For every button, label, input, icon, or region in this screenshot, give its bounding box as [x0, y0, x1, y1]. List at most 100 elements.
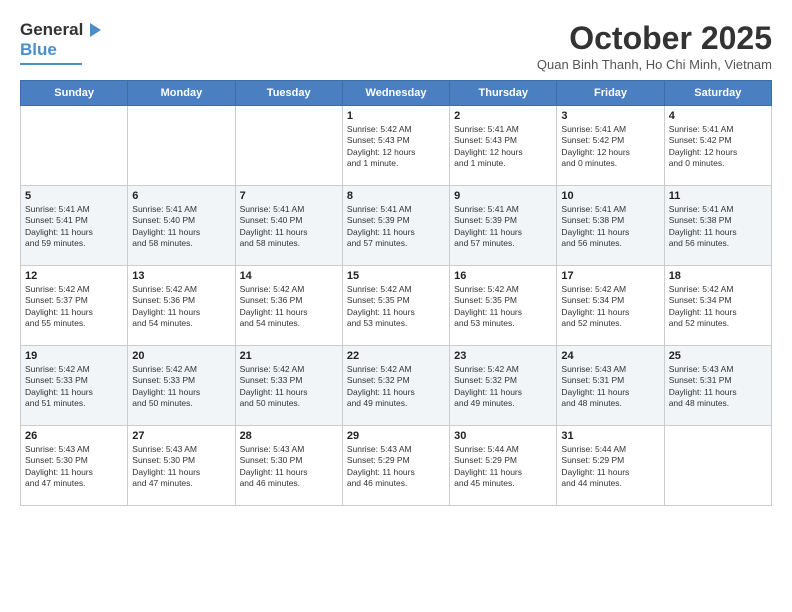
calendar-body: 1Sunrise: 5:42 AM Sunset: 5:43 PM Daylig…: [21, 106, 772, 506]
calendar-cell: 29 Sunrise: 5:43 AM Sunset: 5:29 PM Dayli…: [342, 426, 449, 506]
day-info: Sunrise: 5:43 AM Sunset: 5:31 PM Dayligh…: [561, 364, 659, 410]
calendar-cell: 11 Sunrise: 5:41 AM Sunset: 5:38 PM Dayli…: [664, 186, 771, 266]
calendar-cell: 3 Sunrise: 5:41 AM Sunset: 5:42 PM Daylig…: [557, 106, 664, 186]
calendar-cell: 15 Sunrise: 5:42 AM Sunset: 5:35 PM Dayli…: [342, 266, 449, 346]
day-info: Sunrise: 5:41 AM Sunset: 5:40 PM Dayligh…: [132, 204, 230, 250]
day-number: 13: [132, 270, 230, 282]
day-number: 21: [240, 350, 338, 362]
calendar-week-row: 1Sunrise: 5:42 AM Sunset: 5:43 PM Daylig…: [21, 106, 772, 186]
calendar-header: SundayMondayTuesdayWednesdayThursdayFrid…: [21, 81, 772, 106]
day-info: Sunrise: 5:41 AM Sunset: 5:42 PM Dayligh…: [561, 124, 659, 170]
day-info: Sunrise: 5:43 AM Sunset: 5:31 PM Dayligh…: [669, 364, 767, 410]
day-number: 17: [561, 270, 659, 282]
day-info: Sunrise: 5:42 AM Sunset: 5:36 PM Dayligh…: [240, 284, 338, 330]
day-number: 4: [669, 110, 767, 122]
location: Quan Binh Thanh, Ho Chi Minh, Vietnam: [537, 57, 772, 72]
day-info: Sunrise: 5:43 AM Sunset: 5:29 PM Dayligh…: [347, 444, 445, 490]
calendar-cell: 28 Sunrise: 5:43 AM Sunset: 5:30 PM Dayli…: [235, 426, 342, 506]
day-number: 31: [561, 430, 659, 442]
day-info: Sunrise: 5:41 AM Sunset: 5:43 PM Dayligh…: [454, 124, 552, 170]
day-info: Sunrise: 5:43 AM Sunset: 5:30 PM Dayligh…: [240, 444, 338, 490]
calendar-cell: 31Sunrise: 5:44 AM Sunset: 5:29 PM Dayli…: [557, 426, 664, 506]
day-number: 6: [132, 190, 230, 202]
calendar-cell: 6 Sunrise: 5:41 AM Sunset: 5:40 PM Daylig…: [128, 186, 235, 266]
calendar-cell: 4 Sunrise: 5:41 AM Sunset: 5:42 PM Daylig…: [664, 106, 771, 186]
calendar-cell: 12 Sunrise: 5:42 AM Sunset: 5:37 PM Dayli…: [21, 266, 128, 346]
day-number: 24: [561, 350, 659, 362]
day-info: Sunrise: 5:41 AM Sunset: 5:38 PM Dayligh…: [669, 204, 767, 250]
month-title: October 2025: [537, 20, 772, 57]
day-info: Sunrise: 5:41 AM Sunset: 5:42 PM Dayligh…: [669, 124, 767, 170]
calendar-cell: 25 Sunrise: 5:43 AM Sunset: 5:31 PM Dayli…: [664, 346, 771, 426]
day-number: 25: [669, 350, 767, 362]
day-info: Sunrise: 5:42 AM Sunset: 5:34 PM Dayligh…: [561, 284, 659, 330]
calendar-cell: 23 Sunrise: 5:42 AM Sunset: 5:32 PM Dayli…: [450, 346, 557, 426]
calendar-cell: 22Sunrise: 5:42 AM Sunset: 5:32 PM Dayli…: [342, 346, 449, 426]
day-number: 15: [347, 270, 445, 282]
calendar-week-row: 5 Sunrise: 5:41 AM Sunset: 5:41 PM Daylig…: [21, 186, 772, 266]
day-info: Sunrise: 5:42 AM Sunset: 5:37 PM Dayligh…: [25, 284, 123, 330]
day-number: 2: [454, 110, 552, 122]
day-info: Sunrise: 5:41 AM Sunset: 5:39 PM Dayligh…: [347, 204, 445, 250]
day-number: 7: [240, 190, 338, 202]
day-info: Sunrise: 5:42 AM Sunset: 5:33 PM Dayligh…: [25, 364, 123, 410]
calendar-cell: 1Sunrise: 5:42 AM Sunset: 5:43 PM Daylig…: [342, 106, 449, 186]
day-info: Sunrise: 5:42 AM Sunset: 5:35 PM Dayligh…: [347, 284, 445, 330]
day-info: Sunrise: 5:41 AM Sunset: 5:39 PM Dayligh…: [454, 204, 552, 250]
day-number: 10: [561, 190, 659, 202]
day-number: 20: [132, 350, 230, 362]
title-area: October 2025Quan Binh Thanh, Ho Chi Minh…: [537, 20, 772, 72]
day-number: 12: [25, 270, 123, 282]
day-number: 28: [240, 430, 338, 442]
day-info: Sunrise: 5:43 AM Sunset: 5:30 PM Dayligh…: [132, 444, 230, 490]
day-info: Sunrise: 5:42 AM Sunset: 5:33 PM Dayligh…: [132, 364, 230, 410]
calendar-cell: [21, 106, 128, 186]
calendar-cell: 9 Sunrise: 5:41 AM Sunset: 5:39 PM Daylig…: [450, 186, 557, 266]
day-info: Sunrise: 5:42 AM Sunset: 5:35 PM Dayligh…: [454, 284, 552, 330]
calendar-cell: 7 Sunrise: 5:41 AM Sunset: 5:40 PM Daylig…: [235, 186, 342, 266]
day-info: Sunrise: 5:41 AM Sunset: 5:41 PM Dayligh…: [25, 204, 123, 250]
calendar-cell: 5 Sunrise: 5:41 AM Sunset: 5:41 PM Daylig…: [21, 186, 128, 266]
weekday-header-thursday: Thursday: [450, 81, 557, 106]
calendar-week-row: 12 Sunrise: 5:42 AM Sunset: 5:37 PM Dayli…: [21, 266, 772, 346]
header: GeneralBlue October 2025Quan Binh Thanh, …: [20, 20, 772, 72]
calendar-cell: 21Sunrise: 5:42 AM Sunset: 5:33 PM Dayli…: [235, 346, 342, 426]
weekday-header-sunday: Sunday: [21, 81, 128, 106]
day-info: Sunrise: 5:41 AM Sunset: 5:38 PM Dayligh…: [561, 204, 659, 250]
calendar-cell: 19Sunrise: 5:42 AM Sunset: 5:33 PM Dayli…: [21, 346, 128, 426]
day-info: Sunrise: 5:42 AM Sunset: 5:43 PM Dayligh…: [347, 124, 445, 170]
logo: GeneralBlue: [20, 20, 103, 65]
day-info: Sunrise: 5:42 AM Sunset: 5:32 PM Dayligh…: [454, 364, 552, 410]
day-number: 29: [347, 430, 445, 442]
logo-general: General: [20, 20, 83, 40]
day-number: 8: [347, 190, 445, 202]
calendar-cell: 30Sunrise: 5:44 AM Sunset: 5:29 PM Dayli…: [450, 426, 557, 506]
calendar-cell: 17 Sunrise: 5:42 AM Sunset: 5:34 PM Dayli…: [557, 266, 664, 346]
calendar-cell: [664, 426, 771, 506]
calendar-cell: 10 Sunrise: 5:41 AM Sunset: 5:38 PM Dayli…: [557, 186, 664, 266]
day-info: Sunrise: 5:41 AM Sunset: 5:40 PM Dayligh…: [240, 204, 338, 250]
calendar-week-row: 26Sunrise: 5:43 AM Sunset: 5:30 PM Dayli…: [21, 426, 772, 506]
weekday-header-wednesday: Wednesday: [342, 81, 449, 106]
weekday-row: SundayMondayTuesdayWednesdayThursdayFrid…: [21, 81, 772, 106]
logo-divider: [20, 63, 82, 65]
weekday-header-saturday: Saturday: [664, 81, 771, 106]
calendar-cell: 2 Sunrise: 5:41 AM Sunset: 5:43 PM Daylig…: [450, 106, 557, 186]
calendar-week-row: 19Sunrise: 5:42 AM Sunset: 5:33 PM Dayli…: [21, 346, 772, 426]
day-number: 11: [669, 190, 767, 202]
day-number: 5: [25, 190, 123, 202]
day-number: 30: [454, 430, 552, 442]
calendar-cell: 20 Sunrise: 5:42 AM Sunset: 5:33 PM Dayli…: [128, 346, 235, 426]
day-number: 18: [669, 270, 767, 282]
calendar-cell: [235, 106, 342, 186]
day-number: 27: [132, 430, 230, 442]
calendar-cell: 16Sunrise: 5:42 AM Sunset: 5:35 PM Dayli…: [450, 266, 557, 346]
day-number: 9: [454, 190, 552, 202]
calendar-cell: 24 Sunrise: 5:43 AM Sunset: 5:31 PM Dayli…: [557, 346, 664, 426]
calendar-cell: [128, 106, 235, 186]
weekday-header-friday: Friday: [557, 81, 664, 106]
logo-triangle-icon: [85, 21, 103, 39]
day-number: 14: [240, 270, 338, 282]
day-number: 3: [561, 110, 659, 122]
day-number: 23: [454, 350, 552, 362]
